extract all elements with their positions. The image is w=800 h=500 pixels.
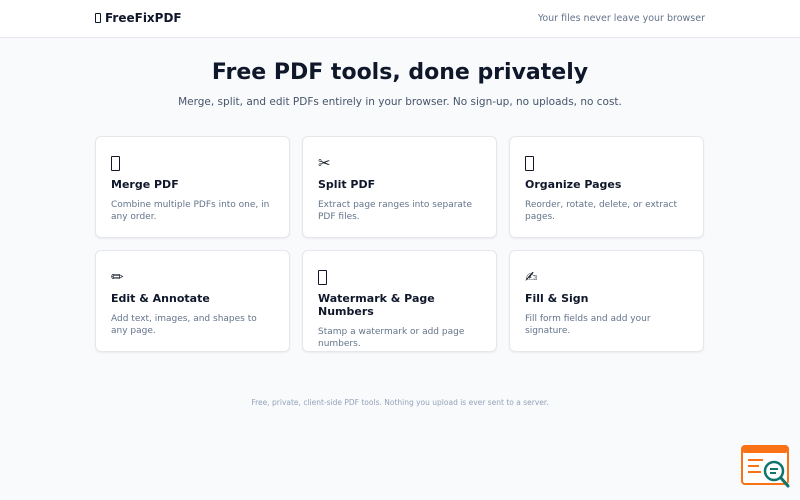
tool-description: Fill form fields and add your signature.	[525, 314, 651, 336]
tool-description: Stamp a watermark or add page numbers.	[318, 327, 465, 349]
search-document-icon	[741, 445, 790, 488]
tool-title: Merge PDF	[111, 178, 179, 191]
tool-description: Reorder, rotate, delete, or extract page…	[525, 200, 678, 222]
page-title: Free PDF tools, done privately	[211, 60, 589, 85]
tool-card-organize-pages[interactable]: Organize Pages Reorder, rotate, delete, …	[509, 136, 704, 238]
tool-description: Add text, images, and shapes to any page…	[111, 314, 257, 336]
document-icon	[111, 152, 274, 174]
watermark-icon	[318, 266, 481, 288]
tool-description: Extract page ranges into separate PDF fi…	[318, 200, 472, 222]
document-icon	[95, 13, 101, 23]
footer-note: Free, private, client-side PDF tools. No…	[251, 398, 549, 407]
tool-title: Fill & Sign	[525, 292, 589, 305]
pages-icon	[525, 152, 688, 174]
brand-logo[interactable]: FreeFixPDF	[95, 11, 182, 25]
scissors-icon: ✂	[318, 154, 331, 172]
pencil-icon: ✏	[111, 268, 124, 286]
tool-description: Combine multiple PDFs into one, in any o…	[111, 200, 270, 222]
tool-title: Watermark & Page Numbers	[318, 292, 435, 318]
tool-card-fill-sign[interactable]: ✍ Fill & Sign Fill form fields and add y…	[509, 250, 704, 352]
site-header: FreeFixPDF Your files never leave your b…	[0, 0, 800, 38]
tool-grid: Merge PDF Combine multiple PDFs into one…	[95, 136, 705, 352]
page-subtitle: Merge, split, and edit PDFs entirely in …	[178, 96, 622, 108]
tool-card-split-pdf[interactable]: ✂ Split PDF Extract page ranges into sep…	[302, 136, 497, 238]
tool-title: Organize Pages	[525, 178, 622, 191]
tool-card-watermark-page-numbers[interactable]: Watermark & Page Numbers Stamp a waterma…	[302, 250, 497, 352]
header-tagline: Your files never leave your browser	[537, 13, 705, 24]
tool-title: Split PDF	[318, 178, 376, 191]
brand-name: FreeFixPDF	[105, 11, 182, 25]
tool-title: Edit & Annotate	[111, 292, 210, 305]
signature-icon: ✍	[525, 268, 538, 286]
tool-card-merge-pdf[interactable]: Merge PDF Combine multiple PDFs into one…	[95, 136, 290, 238]
tool-card-edit-annotate[interactable]: ✏ Edit & Annotate Add text, images, and …	[95, 250, 290, 352]
support-widget-button[interactable]	[741, 445, 791, 489]
